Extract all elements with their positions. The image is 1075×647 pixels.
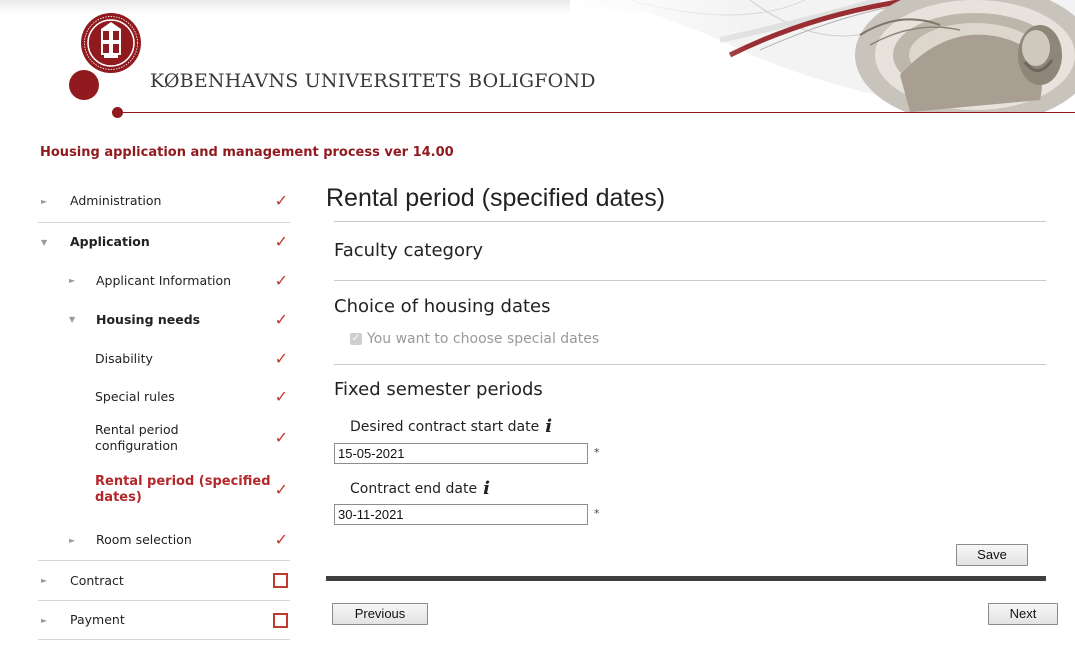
sidebar-item-application[interactable]: ▼ Application ✓ — [38, 222, 290, 261]
divider — [334, 280, 1046, 281]
sidebar-item-label: Administration — [70, 193, 162, 208]
site-header: KØBENHAVNS UNIVERSITETS BOLIGFOND — [0, 0, 1075, 130]
process-title: Housing application and management proce… — [40, 145, 454, 160]
checkmark-icon: ✓ — [274, 387, 288, 406]
collapsed-arrow-icon: ► — [41, 196, 48, 206]
collapsed-arrow-icon: ► — [41, 615, 48, 625]
page-title: Rental period (specified dates) — [326, 184, 666, 212]
sidebar-item-label: Rental period configuration — [95, 422, 179, 453]
checkmark-icon: ✓ — [274, 309, 288, 329]
collapsed-arrow-icon: ► — [69, 276, 76, 285]
divider — [334, 221, 1046, 222]
sidebar-item-room-selection[interactable]: ► Room selection ✓ — [38, 520, 290, 560]
sidebar-item-label: Room selection — [96, 532, 192, 547]
brand-title: KØBENHAVNS UNIVERSITETS BOLIGFOND — [150, 70, 596, 92]
expanded-arrow-icon: ▼ — [69, 315, 76, 324]
seal-artwork-image — [570, 0, 1075, 112]
collapsed-arrow-icon: ► — [41, 576, 48, 585]
header-divider-line — [123, 112, 1075, 113]
required-marker: * — [594, 507, 600, 520]
checkmark-icon: ✓ — [274, 232, 288, 251]
checkmark-icon: ✓ — [274, 428, 288, 447]
choice-of-dates-heading: Choice of housing dates — [334, 296, 551, 317]
fixed-semester-heading: Fixed semester periods — [334, 379, 543, 400]
form-footer-bar — [326, 576, 1046, 581]
sidebar-item-applicant-information[interactable]: ► Applicant Information ✓ — [38, 261, 290, 300]
required-marker: * — [594, 446, 600, 459]
divider — [334, 364, 1046, 365]
checkmark-icon: ✓ — [274, 530, 288, 549]
sidebar-item-label: Applicant Information — [96, 272, 232, 288]
sidebar-item-label-active: Rental period (specified dates) — [95, 474, 271, 505]
sidebar-item-contract[interactable]: ► Contract — [38, 560, 290, 600]
end-date-input[interactable] — [334, 504, 588, 525]
start-date-label: Desired contract start date — [350, 418, 540, 435]
sidebar-item-payment[interactable]: ► Payment — [38, 600, 290, 640]
sidebar-item-label: Special rules — [95, 389, 175, 404]
logo-red-dot-large — [69, 70, 99, 100]
university-seal-logo — [81, 13, 141, 73]
sidebar-item-label: Payment — [70, 612, 125, 627]
sidebar-item-rental-period-specified-dates[interactable]: Rental period (specified dates) ✓ — [38, 460, 290, 520]
sidebar-item-label: Application — [70, 234, 150, 249]
sidebar-item-administration[interactable]: ► Administration ✓ — [38, 180, 290, 222]
faculty-category-heading: Faculty category — [334, 240, 484, 261]
checkmark-icon: ✓ — [274, 270, 288, 290]
special-dates-option: ✓ You want to choose special dates — [350, 331, 599, 347]
start-date-input[interactable] — [334, 443, 588, 464]
special-dates-checkbox[interactable]: ✓ — [350, 333, 362, 345]
logo-red-dot-small — [112, 107, 123, 118]
sidebar-item-label: Housing needs — [96, 311, 201, 327]
sidebar-item-label: Disability — [95, 350, 153, 366]
checkmark-icon: ✓ — [274, 480, 288, 499]
end-date-label: Contract end date — [350, 480, 478, 497]
info-icon[interactable]: i — [545, 416, 552, 437]
start-date-label-row: Desired contract start date i — [350, 416, 552, 437]
incomplete-box-icon — [273, 573, 288, 588]
expanded-arrow-icon: ▼ — [41, 237, 48, 247]
save-button[interactable]: Save — [956, 544, 1028, 566]
checkmark-icon: ✓ — [274, 191, 288, 210]
sidebar-item-disability[interactable]: Disability ✓ — [38, 339, 290, 378]
end-date-label-row: Contract end date i — [350, 478, 490, 499]
sidebar-item-special-rules[interactable]: Special rules ✓ — [38, 378, 290, 416]
next-button[interactable]: Next — [988, 603, 1058, 625]
collapsed-arrow-icon: ► — [69, 535, 76, 545]
checkmark-icon: ✓ — [274, 348, 288, 368]
sidebar-item-rental-period-configuration[interactable]: Rental period configuration ✓ — [38, 416, 290, 460]
sidebar-item-housing-needs[interactable]: ▼ Housing needs ✓ — [38, 300, 290, 339]
process-sidebar: ► Administration ✓ ▼ Application ✓ ► App… — [38, 180, 290, 640]
previous-button[interactable]: Previous — [332, 603, 428, 625]
incomplete-box-icon — [273, 612, 288, 628]
info-icon[interactable]: i — [483, 478, 490, 499]
special-dates-label: You want to choose special dates — [367, 331, 600, 347]
sidebar-item-label: Contract — [70, 572, 124, 588]
